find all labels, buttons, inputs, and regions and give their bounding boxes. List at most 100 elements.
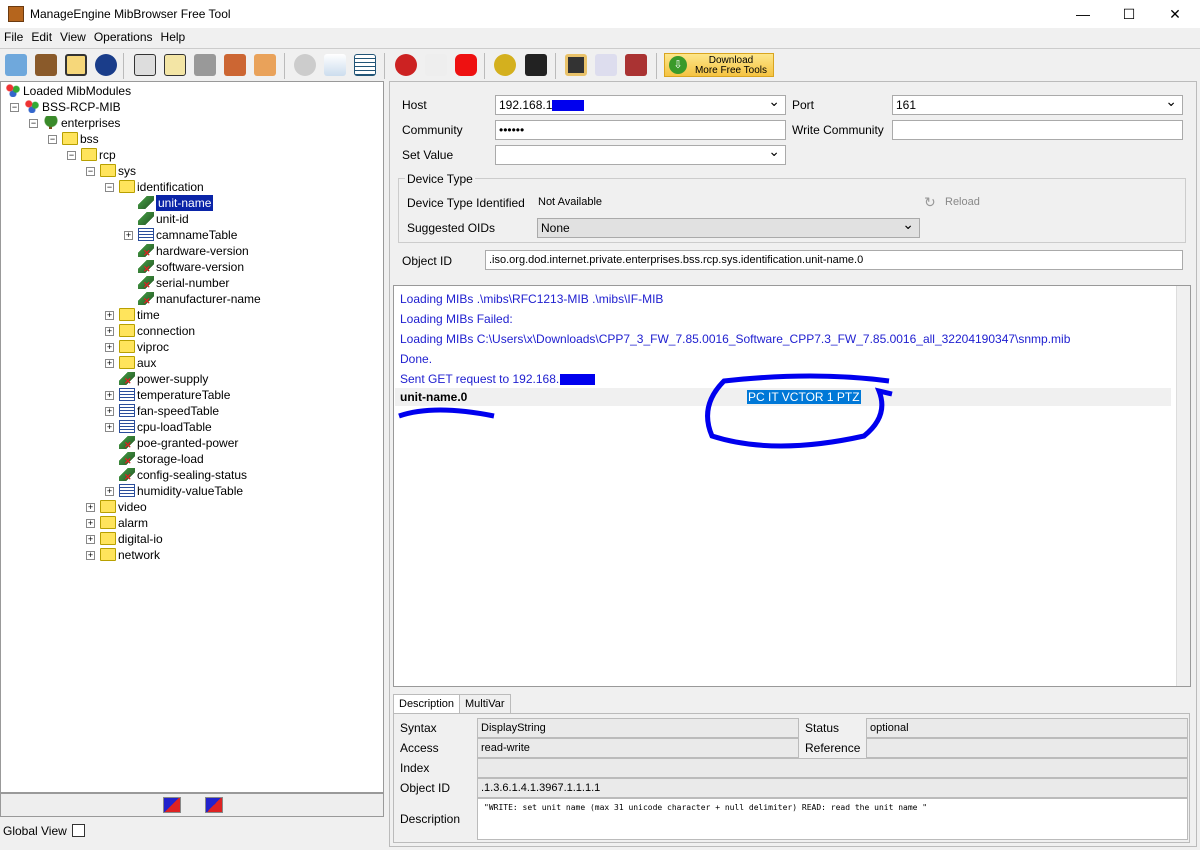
close-button[interactable]: ✕ (1152, 0, 1198, 28)
tree-node[interactable]: − rcp (1, 147, 381, 163)
output-log-panel[interactable]: Loading MIBs .\mibs\RFC1213-MIB .\mibs\I… (393, 285, 1191, 687)
expand-icon[interactable]: + (105, 423, 114, 432)
download-more-tools-button[interactable]: ⇩ Download More Free Tools (664, 53, 774, 77)
global-view-checkbox[interactable] (72, 824, 85, 837)
tree-node[interactable]: + alarm (1, 515, 381, 531)
tree-node[interactable]: + camnameTable (1, 227, 381, 243)
tree-node[interactable]: hardware-version (1, 243, 381, 261)
stop-icon[interactable] (455, 54, 477, 76)
tree-node[interactable]: + humidity-valueTable (1, 483, 381, 499)
table-view-icon[interactable] (354, 54, 376, 76)
expand-icon[interactable]: + (105, 359, 114, 368)
find-icon[interactable] (95, 54, 117, 76)
load-mib-icon[interactable] (5, 54, 27, 76)
expand-icon[interactable]: + (105, 391, 114, 400)
tree-view-toggle-icon[interactable] (163, 797, 181, 813)
tree-node[interactable]: − identification (1, 179, 381, 195)
tree-node[interactable]: + network (1, 547, 381, 563)
expand-icon[interactable]: + (105, 487, 114, 496)
tree-node-label: cpu-loadTable (137, 420, 212, 434)
getnext-icon[interactable] (164, 54, 186, 76)
expand-icon[interactable]: + (124, 231, 133, 240)
tree-node[interactable]: unit-name (1, 195, 381, 211)
tree-node[interactable]: power-supply (1, 371, 381, 389)
set-icon[interactable] (224, 54, 246, 76)
menu-edit[interactable]: Edit (31, 30, 52, 44)
write-community-input[interactable] (892, 120, 1183, 140)
print-icon[interactable] (595, 54, 617, 76)
expand-icon[interactable]: + (105, 407, 114, 416)
menu-file[interactable]: File (4, 30, 23, 44)
tree-node[interactable]: serial-number (1, 275, 381, 293)
collapse-icon[interactable]: − (67, 151, 76, 160)
window-title: ManageEngine MibBrowser Free Tool (30, 7, 231, 21)
tree-node[interactable]: + temperatureTable (1, 387, 381, 403)
tree-node[interactable]: storage-load (1, 451, 381, 469)
collapse-icon[interactable]: − (86, 167, 95, 176)
app-icon (8, 6, 24, 22)
tree-view-toggle-icon-2[interactable] (205, 797, 223, 813)
collapse-icon[interactable]: − (105, 183, 114, 192)
expand-icon[interactable]: + (105, 311, 114, 320)
getbulk-icon[interactable] (194, 54, 216, 76)
community-input[interactable]: •••••• (495, 120, 786, 140)
tree-node[interactable]: + fan-speedTable (1, 403, 381, 419)
expand-icon[interactable]: + (86, 503, 95, 512)
expand-icon[interactable]: + (86, 535, 95, 544)
tree-node[interactable]: + viproc (1, 339, 381, 355)
tree-node[interactable]: Loaded MibModules (1, 83, 381, 99)
tree-node[interactable]: + connection (1, 323, 381, 339)
tree-node[interactable]: + time (1, 307, 381, 323)
tree-icon (43, 116, 59, 129)
save-icon[interactable] (565, 54, 587, 76)
help-book-icon[interactable] (625, 54, 647, 76)
tree-node[interactable]: + digital-io (1, 531, 381, 547)
debug-bug-icon[interactable] (395, 54, 417, 76)
suggested-oids-combobox[interactable]: None (537, 215, 920, 238)
menu-operations[interactable]: Operations (94, 30, 153, 44)
tree-node[interactable]: − BSS-RCP-MIB (1, 99, 381, 115)
get-icon[interactable] (134, 54, 156, 76)
set-value-combobox[interactable] (495, 142, 786, 165)
clipboard-icon[interactable] (65, 54, 87, 76)
tree-node[interactable]: unit-id (1, 211, 381, 227)
tree-node-label: unit-id (156, 212, 189, 226)
host-combobox[interactable]: 192.168.1 (495, 92, 786, 115)
tree-node[interactable]: − bss (1, 131, 381, 147)
expand-icon[interactable]: + (86, 551, 95, 560)
tree-node[interactable]: + cpu-loadTable (1, 419, 381, 435)
menu-view[interactable]: View (60, 30, 86, 44)
expand-icon[interactable]: + (105, 343, 114, 352)
search-icon[interactable] (294, 54, 316, 76)
tree-node[interactable]: poe-granted-power (1, 435, 381, 453)
object-id-input[interactable]: .iso.org.dod.internet.private.enterprise… (485, 250, 1183, 270)
tab-description[interactable]: Description (393, 694, 461, 713)
maximize-button[interactable]: ☐ (1106, 0, 1152, 28)
output-scrollbar[interactable] (1176, 286, 1190, 686)
tree-node-label: connection (137, 324, 196, 338)
tree-node[interactable]: + aux (1, 355, 381, 371)
collapse-icon[interactable]: − (10, 103, 19, 112)
tree-node[interactable]: software-version (1, 259, 381, 277)
walk-icon[interactable] (254, 54, 276, 76)
expand-icon[interactable]: + (105, 327, 114, 336)
minimize-button[interactable]: — (1060, 0, 1106, 28)
trap-icon[interactable] (425, 54, 447, 76)
port-combobox[interactable]: 161 (892, 92, 1183, 115)
settings-gears-icon[interactable] (494, 54, 516, 76)
reload-button[interactable]: Reload (945, 196, 980, 208)
terminal-icon[interactable] (525, 54, 547, 76)
tree-node[interactable]: + video (1, 499, 381, 515)
collapse-icon[interactable]: − (48, 135, 57, 144)
menu-help[interactable]: Help (161, 30, 186, 44)
tree-node[interactable]: − enterprises (1, 115, 381, 131)
tree-node[interactable]: − sys (1, 163, 381, 179)
expand-icon[interactable]: + (86, 519, 95, 528)
tree-node[interactable]: config-sealing-status (1, 467, 381, 485)
line-graph-icon[interactable] (324, 54, 346, 76)
tree-node-label: manufacturer-name (156, 292, 261, 306)
tree-node[interactable]: manufacturer-name (1, 291, 381, 309)
unload-mib-icon[interactable] (35, 54, 57, 76)
collapse-icon[interactable]: − (29, 119, 38, 128)
tab-multivar[interactable]: MultiVar (459, 694, 511, 713)
